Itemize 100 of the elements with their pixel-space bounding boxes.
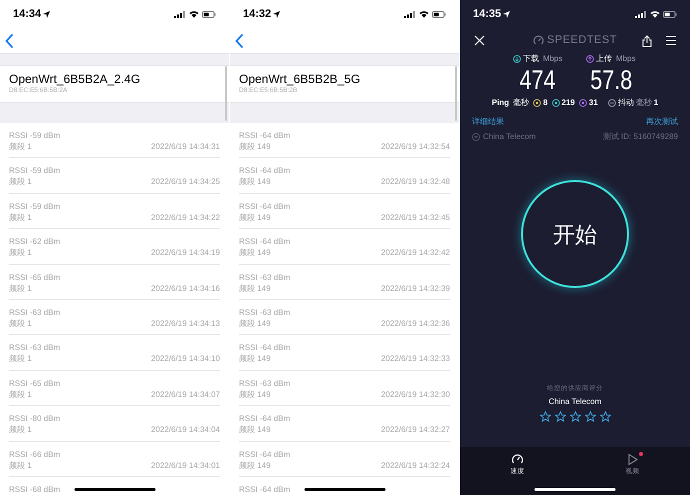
timestamp: 2022/6/19 14:32:36 xyxy=(381,318,450,329)
retest-link[interactable]: 再次测试 xyxy=(646,116,678,128)
jitter-label: 抖动 xyxy=(618,97,634,109)
rssi-reading: RSSI -64 dBm xyxy=(239,450,290,460)
ping-idle-icon xyxy=(533,99,542,107)
band-label: 频段 149 xyxy=(239,425,271,436)
rssi-reading: RSSI -59 dBm xyxy=(9,202,60,212)
timestamp: 2022/6/19 14:32:30 xyxy=(381,390,450,400)
band-label: 频段 149 xyxy=(239,354,271,364)
metric-unit: Mbps xyxy=(542,53,562,65)
status-time: 14:32 xyxy=(243,6,272,22)
metric-unit: Mbps xyxy=(616,53,636,65)
back-chevron-icon[interactable] xyxy=(235,34,243,48)
timestamp: 2022/6/19 14:34:22 xyxy=(151,212,220,223)
jitter-unit: 毫秒 xyxy=(636,97,652,109)
rssi-reading: RSSI -62 dBm xyxy=(9,237,60,248)
close-icon[interactable] xyxy=(474,35,485,46)
battery-icon xyxy=(432,10,446,18)
jitter-value: 1 xyxy=(654,97,658,109)
status-time: 14:34 xyxy=(13,6,42,22)
timestamp: 2022/6/19 14:32:24 xyxy=(381,460,450,471)
up-arrow-circle-icon xyxy=(586,55,594,63)
timestamp: 2022/6/19 14:32:54 xyxy=(381,142,450,152)
scroll-indicator xyxy=(455,66,457,121)
ping-label: Ping xyxy=(492,97,510,109)
wifi-circle-icon xyxy=(472,133,480,141)
rssi-reading: RSSI -68 dBm xyxy=(9,484,60,495)
timestamp: 2022/6/19 14:34:01 xyxy=(151,460,220,471)
band-label: 频段 149 xyxy=(239,318,271,329)
band-label: 频段 1 xyxy=(9,284,32,294)
rssi-reading: RSSI -63 dBm xyxy=(9,343,60,354)
gauge-icon xyxy=(533,35,544,46)
timestamp: 2022/6/19 14:34:16 xyxy=(151,284,220,294)
band-label: 频段 149 xyxy=(239,460,271,471)
band-label: 频段 1 xyxy=(9,318,32,329)
app-logo: SPEEDTEST xyxy=(547,33,617,48)
band-label: 频段 1 xyxy=(9,142,32,152)
timestamp: 2022/6/19 14:32:42 xyxy=(381,248,450,258)
band-label: 频段 1 xyxy=(9,177,32,188)
ping-value: 31 xyxy=(588,97,598,109)
wifi-icon xyxy=(189,10,199,18)
location-arrow-icon xyxy=(503,10,510,18)
timestamp: 2022/6/19 14:34:04 xyxy=(151,425,220,436)
timestamp: 2022/6/19 14:34:25 xyxy=(151,177,220,188)
signal-icon xyxy=(404,10,416,18)
rssi-reading: RSSI -65 dBm xyxy=(9,272,60,283)
star-icon[interactable] xyxy=(540,410,550,422)
speed-value: 474 xyxy=(520,65,556,95)
timestamp: 2022/6/19 14:32:33 xyxy=(381,354,450,364)
network-name: OpenWrt_6B5B2B_5G xyxy=(239,72,362,86)
timestamp: 2022/6/19 14:34:13 xyxy=(151,318,220,329)
timestamp: 2022/6/19 14:32:39 xyxy=(381,284,450,294)
status-time: 14:35 xyxy=(473,6,502,22)
share-icon[interactable] xyxy=(642,34,652,46)
signal-icon xyxy=(635,10,647,18)
location-arrow-icon xyxy=(43,10,50,18)
details-link[interactable]: 详细结果 xyxy=(472,116,504,128)
band-label: 频段 1 xyxy=(9,390,32,400)
ping-value: 8 xyxy=(543,97,548,109)
rssi-reading: RSSI -64 dBm xyxy=(239,131,290,141)
location-arrow-icon xyxy=(273,10,280,18)
timestamp: 2022/6/19 14:34:31 xyxy=(151,142,220,152)
rssi-reading: RSSI -59 dBm xyxy=(9,131,60,141)
rssi-reading: RSSI -63 dBm xyxy=(239,378,290,389)
back-chevron-icon[interactable] xyxy=(5,34,13,48)
band-label: 频段 149 xyxy=(239,248,271,258)
rssi-reading: RSSI -66 dBm xyxy=(9,450,60,460)
ping-unit: 毫秒 xyxy=(513,97,530,109)
play-icon xyxy=(626,453,639,466)
star-icon[interactable] xyxy=(600,410,610,422)
timestamp: 2022/6/19 14:34:10 xyxy=(151,354,220,364)
rssi-reading: RSSI -63 dBm xyxy=(239,308,290,318)
ping-down-icon xyxy=(552,99,560,107)
star-icon[interactable] xyxy=(570,410,580,422)
rssi-reading: RSSI -64 dBm xyxy=(239,414,290,424)
scroll-indicator xyxy=(225,66,227,121)
ping-value: 219 xyxy=(562,97,575,109)
band-label: 频段 1 xyxy=(9,460,32,471)
gauge-icon xyxy=(511,453,524,466)
signal-icon xyxy=(174,10,186,18)
band-label: 频段 149 xyxy=(239,212,271,223)
battery-icon xyxy=(202,10,216,18)
test-id: 测试 ID: 5160749289 xyxy=(602,131,678,143)
star-icon[interactable] xyxy=(584,410,596,422)
jitter-icon xyxy=(608,99,616,107)
menu-icon[interactable] xyxy=(666,36,676,45)
start-button[interactable]: 开始 xyxy=(521,180,629,288)
speed-value: 57.8 xyxy=(590,65,632,95)
band-label: 频段 149 xyxy=(239,284,271,294)
band-label: 频段 149 xyxy=(239,177,271,188)
band-label: 频段 1 xyxy=(9,354,32,364)
star-icon[interactable] xyxy=(554,410,566,422)
metric-label: 下载 xyxy=(522,53,539,65)
band-label: 频段 1 xyxy=(9,425,32,436)
provider-name: China Telecom xyxy=(548,396,602,408)
rssi-reading: RSSI -64 dBm xyxy=(239,202,290,212)
band-label: 频段 149 xyxy=(239,390,271,400)
rssi-reading: RSSI -80 dBm xyxy=(9,414,60,424)
band-label: 频段 1 xyxy=(9,212,32,223)
rssi-reading: RSSI -64 dBm xyxy=(239,237,290,248)
